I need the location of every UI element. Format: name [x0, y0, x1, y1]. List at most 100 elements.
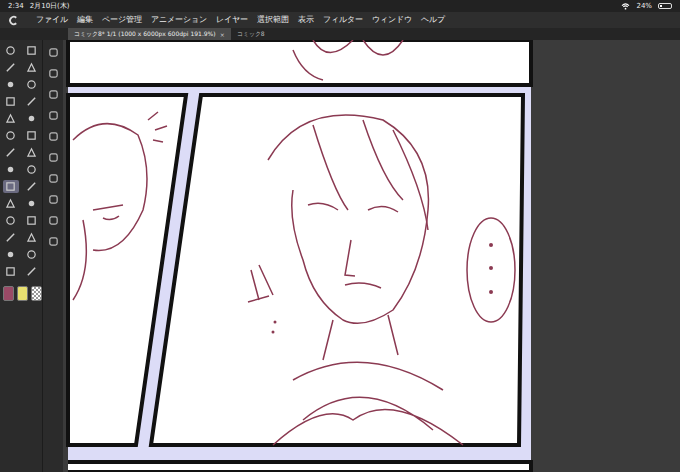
wifi-icon: [621, 3, 630, 10]
menu-bar: ファイル編集ページ管理アニメーションレイヤー選択範囲表示フィルターウィンドウヘル…: [0, 12, 680, 28]
tri-subtool-icon: [48, 173, 59, 184]
dot-tool-icon: [5, 79, 16, 90]
app-logo-icon[interactable]: [8, 15, 19, 26]
sub-tool-button[interactable]: [45, 235, 61, 248]
line-tool-icon: [5, 147, 16, 158]
menu-item[interactable]: ページ管理: [102, 15, 142, 25]
line-subtool-icon: [48, 152, 59, 163]
sub-tool-button[interactable]: [45, 214, 61, 227]
rect-tool-icon: [26, 45, 37, 56]
clip-studio-window: 2:34 2月10日(木) 24% ファイル編集ページ管理アニメーションレイヤー…: [0, 0, 680, 472]
line-tool-icon: [26, 96, 37, 107]
dot-tool-icon: [5, 249, 16, 260]
tool-button[interactable]: [3, 231, 19, 244]
circle-tool-icon: [26, 164, 37, 175]
tool-button[interactable]: [3, 61, 19, 74]
tab-label: コミック8: [237, 30, 265, 39]
rect-tool-icon: [5, 181, 16, 192]
dot-tool-icon: [5, 164, 16, 175]
tab-bar: コミック8* 1/1 (1000 x 6000px 600dpi 191.9%)…: [0, 28, 680, 40]
tri-tool-icon: [5, 113, 16, 124]
tool-button[interactable]: [3, 214, 19, 227]
rect-subtool-icon: [48, 131, 59, 142]
tool-button[interactable]: [24, 44, 40, 57]
sub-tool-button[interactable]: [45, 46, 61, 59]
circle-tool-icon: [5, 45, 16, 56]
circle-subtool-icon: [48, 215, 59, 226]
sub-tool-button[interactable]: [45, 67, 61, 80]
document-tab[interactable]: コミック8: [231, 28, 271, 40]
canvas-area[interactable]: [63, 40, 680, 472]
menu-item[interactable]: フィルター: [323, 15, 363, 25]
line-subtool-icon: [48, 47, 59, 58]
line-tool-icon: [26, 266, 37, 277]
menu-item[interactable]: 表示: [298, 15, 314, 25]
rect-tool-icon: [5, 266, 16, 277]
tool-button[interactable]: [24, 180, 40, 193]
tool-button[interactable]: [24, 61, 40, 74]
tool-button[interactable]: [3, 129, 19, 142]
sub-tool-button[interactable]: [45, 109, 61, 122]
dot-subtool-icon: [48, 89, 59, 100]
rect-tool-icon: [26, 130, 37, 141]
tool-button[interactable]: [24, 265, 40, 278]
circle-tool-icon: [5, 130, 16, 141]
menu-item[interactable]: 編集: [77, 15, 93, 25]
tool-button[interactable]: [24, 163, 40, 176]
sub-tool-button[interactable]: [45, 88, 61, 101]
sub-tool-palette: [42, 40, 63, 472]
tool-button[interactable]: [3, 265, 19, 278]
menu-item[interactable]: ファイル: [36, 15, 68, 25]
menu-item[interactable]: ヘルプ: [421, 15, 445, 25]
tool-button[interactable]: [24, 214, 40, 227]
status-bar: 2:34 2月10日(木) 24%: [0, 0, 680, 12]
menu-item[interactable]: レイヤー: [216, 15, 248, 25]
menu-item[interactable]: アニメーション: [151, 15, 207, 25]
color-swatch[interactable]: [3, 286, 14, 301]
tool-button[interactable]: [24, 95, 40, 108]
circle-subtool-icon: [48, 110, 59, 121]
circle-tool-icon: [26, 249, 37, 260]
tool-button[interactable]: [24, 146, 40, 159]
tri-tool-icon: [5, 198, 16, 209]
circle-tool-icon: [26, 79, 37, 90]
menu-item[interactable]: ウィンドウ: [372, 15, 412, 25]
tool-palette: [0, 40, 42, 472]
tool-button[interactable]: [24, 231, 40, 244]
line-tool-icon: [26, 181, 37, 192]
sub-tool-button[interactable]: [45, 151, 61, 164]
close-tab-button[interactable]: ×: [220, 31, 225, 38]
color-swatch[interactable]: [31, 286, 42, 301]
tool-button[interactable]: [3, 146, 19, 159]
rect-subtool-icon: [48, 236, 59, 247]
status-time: 2:34: [8, 2, 24, 10]
tri-tool-icon: [26, 232, 37, 243]
circle-tool-icon: [5, 215, 16, 226]
document-tab[interactable]: コミック8* 1/1 (1000 x 6000px 600dpi 191.9%)…: [68, 28, 231, 40]
tool-button[interactable]: [3, 248, 19, 261]
menu-item[interactable]: 選択範囲: [257, 15, 289, 25]
tool-button[interactable]: [3, 112, 19, 125]
tool-button[interactable]: [24, 78, 40, 91]
tool-button[interactable]: [24, 129, 40, 142]
tool-button[interactable]: [24, 197, 40, 210]
tool-button[interactable]: [3, 163, 19, 176]
tri-subtool-icon: [48, 68, 59, 79]
color-swatch[interactable]: [17, 286, 28, 301]
tool-button[interactable]: [3, 44, 19, 57]
tool-button[interactable]: [3, 180, 19, 193]
tool-button[interactable]: [24, 248, 40, 261]
color-swatches: [0, 286, 42, 301]
tool-button[interactable]: [3, 78, 19, 91]
tri-tool-icon: [26, 147, 37, 158]
tool-button[interactable]: [3, 95, 19, 108]
sub-tool-button[interactable]: [45, 130, 61, 143]
status-date: 2月10日(木): [30, 1, 70, 11]
tri-tool-icon: [26, 62, 37, 73]
tab-label: コミック8* 1/1 (1000 x 6000px 600dpi 191.9%): [74, 30, 216, 39]
tool-button[interactable]: [24, 112, 40, 125]
tool-button[interactable]: [3, 197, 19, 210]
line-tool-icon: [5, 232, 16, 243]
sub-tool-button[interactable]: [45, 172, 61, 185]
sub-tool-button[interactable]: [45, 193, 61, 206]
